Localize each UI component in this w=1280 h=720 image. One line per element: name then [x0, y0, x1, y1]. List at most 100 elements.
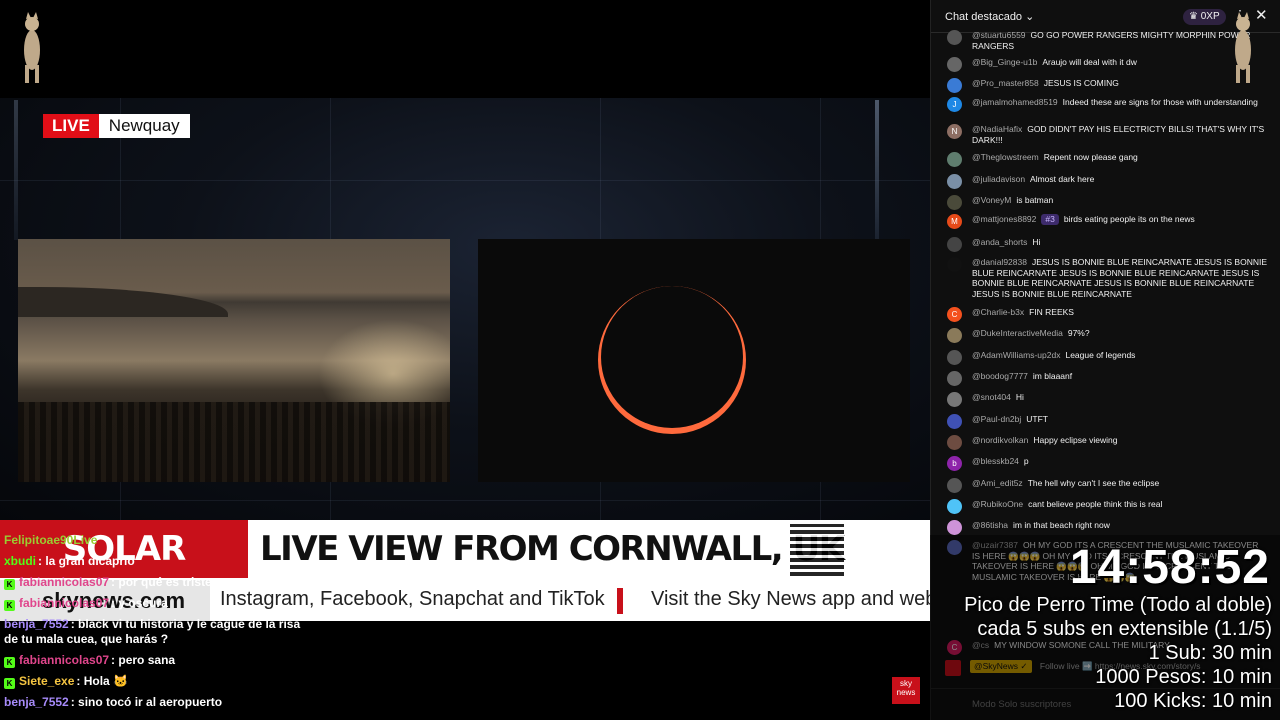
avatar[interactable] — [947, 435, 962, 450]
chat-message[interactable]: @Ami_edit5z The hell why can't I see the … — [947, 478, 1267, 493]
chat-message[interactable]: @boodog7777 im blaaanf — [947, 371, 1267, 386]
avatar[interactable] — [947, 499, 962, 514]
chat-message[interactable]: @Pro_master858 JESUS IS COMING — [947, 78, 1267, 93]
avatar[interactable]: C — [947, 307, 962, 322]
avatar[interactable] — [947, 371, 962, 386]
chat-author[interactable]: @DukeInteractiveMedia — [972, 328, 1063, 338]
chat-author[interactable]: @Ami_edit5z — [972, 478, 1023, 488]
chat-author[interactable]: @RubikoOne — [972, 499, 1023, 509]
chat-author[interactable]: @juliadavison — [972, 174, 1025, 184]
chat-author[interactable]: @anda_shorts — [972, 237, 1027, 247]
chat-text: is batman — [1016, 195, 1054, 205]
chat-author[interactable]: @jamalmohamed8519 — [972, 97, 1058, 107]
chat-author[interactable]: @danial92838 — [972, 257, 1027, 267]
chat-message[interactable]: @RubikoOne cant believe people think this… — [947, 499, 1267, 514]
avatar[interactable]: M — [947, 214, 962, 229]
xp-badge[interactable]: ♛ 0XP — [1183, 9, 1226, 25]
overlay-line: 1 Sub: 30 min — [1148, 642, 1272, 664]
avatar[interactable] — [947, 257, 962, 272]
chat-mode-dropdown[interactable]: Chat destacado ⌄ — [945, 10, 1034, 23]
live-badge: LIVE Newquay — [43, 114, 190, 138]
broadcast-video[interactable]: LIVE Newquay SOLAR ECLIPSE L — [0, 0, 930, 720]
stream-chat-row: Kfabiannicolas07: por qué es triste — [0, 572, 320, 593]
stream-chat-row: benja_7552: black vi tu historia y le ca… — [0, 614, 320, 650]
chat-message[interactable]: @DukeInteractiveMedia 97%? — [947, 328, 1267, 343]
chat-author[interactable]: @NadiaHafix — [972, 124, 1022, 134]
chat-author[interactable]: @Pro_master858 — [972, 78, 1039, 88]
stream-chat-user[interactable]: Felipitoae90Live — [4, 533, 97, 547]
stream-chat-text: : por qué es triste — [111, 575, 212, 589]
chat-text: birds eating people its on the news — [1063, 214, 1195, 224]
avatar[interactable] — [947, 78, 962, 93]
chat-message[interactable]: @snot404 Hi — [947, 392, 1267, 407]
chat-message[interactable]: @stuartu6559 GO GO POWER RANGERS MIGHTY M… — [947, 30, 1267, 51]
avatar[interactable] — [947, 350, 962, 365]
stream-chat-row: Kfabiannicolas07: y oscura — [0, 593, 320, 614]
stream-chat-row: benja_7552: sino tocó ir al aeropuerto — [0, 692, 320, 713]
stream-chat-overlay: Felipitoae90Live xbudi: la gran dicaprio K… — [0, 530, 320, 713]
chat-text: Araujo will deal with it dw — [1042, 57, 1137, 67]
stream-chat-user[interactable]: fabiannicolas07 — [19, 653, 109, 667]
chat-message[interactable]: @Big_Ginge-u1b Araujo will deal with it d… — [947, 57, 1267, 72]
chat-message[interactable]: C @Charlie-b3x FIN REEKS — [947, 307, 1267, 322]
stream-chat-user[interactable]: fabiannicolas07 — [19, 596, 109, 610]
chat-author[interactable]: @Theglowstreem — [972, 152, 1039, 162]
avatar[interactable] — [947, 520, 962, 535]
overlay-line: 1000 Pesos: 10 min — [1095, 666, 1272, 688]
chat-message[interactable]: @danial92838 JESUS IS BONNIE BLUE REINCAR… — [947, 257, 1267, 299]
avatar[interactable] — [947, 195, 962, 210]
avatar[interactable]: J — [947, 97, 962, 112]
stream-chat-user[interactable]: xbudi — [4, 554, 36, 568]
chat-message[interactable]: @VoneyM is batman — [947, 195, 1267, 210]
chat-message[interactable]: @anda_shorts Hi — [947, 237, 1267, 252]
stream-chat-row: Kfabiannicolas07: pero sana — [0, 650, 320, 671]
chat-message[interactable]: @86tisha im in that beach right now — [947, 520, 1267, 535]
avatar[interactable] — [947, 152, 962, 167]
stream-screen: LIVE Newquay SOLAR ECLIPSE L — [0, 0, 1280, 720]
chat-author[interactable]: @86tisha — [972, 520, 1008, 530]
chat-message[interactable]: M @mattjones8892 #3 birds eating people its… — [947, 214, 1267, 229]
chat-message[interactable]: @Paul-dn2bj UTFT — [947, 414, 1267, 429]
stream-chat-user[interactable]: benja_7552 — [4, 695, 69, 709]
chat-message[interactable]: @nordikvolkan Happy eclipse viewing — [947, 435, 1267, 450]
avatar[interactable] — [947, 392, 962, 407]
stream-chat-user[interactable]: fabiannicolas07 — [19, 575, 109, 589]
avatar[interactable] — [947, 414, 962, 429]
chat-author[interactable]: @Charlie-b3x — [972, 307, 1024, 317]
qr-code-icon — [790, 524, 844, 576]
chat-message[interactable]: b @blesskb24 p — [947, 456, 1267, 471]
chat-message[interactable]: @Theglowstreem Repent now please gang — [947, 152, 1267, 167]
avatar[interactable]: b — [947, 456, 962, 471]
chat-author[interactable]: @boodog7777 — [972, 371, 1028, 381]
location-label: Newquay — [98, 114, 190, 138]
avatar[interactable] — [947, 57, 962, 72]
avatar[interactable] — [947, 174, 962, 189]
overlay-line: 100 Kicks: 10 min — [1114, 690, 1272, 712]
chat-text: im in that beach right now — [1013, 520, 1110, 530]
chat-author[interactable]: @nordikvolkan — [972, 435, 1028, 445]
stream-chat-user[interactable]: benja_7552 — [4, 617, 69, 631]
kick-badge-icon: K — [4, 657, 15, 668]
avatar[interactable] — [947, 328, 962, 343]
chat-text: Almost dark here — [1030, 174, 1095, 184]
avatar[interactable]: N — [947, 124, 962, 139]
chat-message[interactable]: J @jamalmohamed8519 Indeed these are signs… — [947, 97, 1267, 112]
chat-author[interactable]: @snot404 — [972, 392, 1011, 402]
stream-chat-user[interactable]: Siete_exe — [19, 674, 74, 688]
chat-text: UTFT — [1026, 414, 1048, 424]
chat-message[interactable]: @AdamWilliams-up2dx League of legends — [947, 350, 1267, 365]
chat-message[interactable]: N @NadiaHafix GOD DIDN'T PAY HIS ELECTRICT… — [947, 124, 1267, 145]
eclipse-camera-feed — [478, 239, 910, 482]
chat-message[interactable]: @juliadavison Almost dark here — [947, 174, 1267, 189]
chat-author[interactable]: @Paul-dn2bj — [972, 414, 1021, 424]
avatar[interactable] — [947, 237, 962, 252]
beach-camera-feed — [18, 239, 450, 482]
chat-author[interactable]: @AdamWilliams-up2dx — [972, 350, 1060, 360]
avatar[interactable] — [947, 478, 962, 493]
avatar[interactable] — [947, 30, 962, 45]
chat-author[interactable]: @stuartu6559 — [972, 30, 1026, 40]
chat-author[interactable]: @blesskb24 — [972, 456, 1019, 466]
chat-author[interactable]: @Big_Ginge-u1b — [972, 57, 1037, 67]
chat-author[interactable]: @mattjones8892 — [972, 214, 1036, 224]
chat-author[interactable]: @VoneyM — [972, 195, 1011, 205]
